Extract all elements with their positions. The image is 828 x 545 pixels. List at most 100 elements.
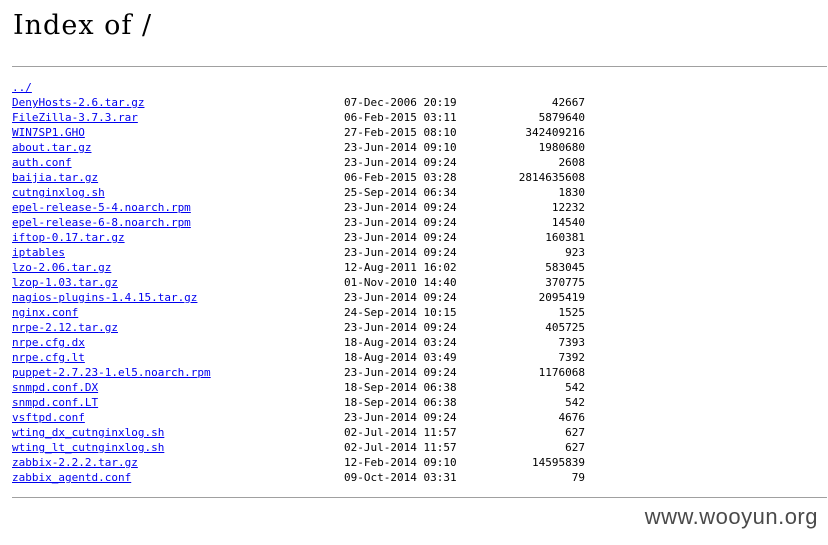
file-link[interactable]: FileZilla-3.7.3.rar [12,110,138,125]
file-modified-date: 09-Oct-2014 03:31 [344,471,457,484]
file-row: snmpd.conf.DX 18-Sep-2014 06:38 542 [12,380,612,395]
file-size: 2608 [558,156,586,169]
file-link[interactable]: nginx.conf [12,305,78,320]
file-modified-date: 24-Sep-2014 10:15 [344,306,457,319]
file-link[interactable]: lzop-1.03.tar.gz [12,275,118,290]
file-row: nagios-plugins-1.4.15.tar.gz 23-Jun-2014 … [12,290,612,305]
file-size: 1980680 [538,141,585,154]
file-row: DenyHosts-2.6.tar.gz 07-Dec-2006 20:19 426… [12,95,612,110]
file-row: iftop-0.17.tar.gz 23-Jun-2014 09:24 160381 [12,230,612,245]
file-size: 1176068 [538,366,585,379]
file-link[interactable]: wting_lt_cutnginxlog.sh [12,440,164,455]
watermark-text: www.wooyun.org [644,504,818,529]
file-modified-date: 23-Jun-2014 09:10 [344,141,457,154]
file-link[interactable]: nrpe.cfg.dx [12,335,85,350]
bottom-divider [12,497,827,498]
file-listing: ../ DenyHosts-2.6.tar.gz 07-Dec-2006 20:1… [12,80,612,485]
file-modified-date: 12-Aug-2011 16:02 [344,261,457,274]
file-link[interactable]: epel-release-5-4.noarch.rpm [12,200,191,215]
file-row: snmpd.conf.LT 18-Sep-2014 06:38 542 [12,395,612,410]
directory-listing-page: Index of / ../ DenyHosts-2.6.tar.gz 07-De… [0,0,828,545]
page-title: Index of / [13,10,153,41]
file-link[interactable]: iptables [12,245,65,260]
file-size: 160381 [545,231,585,244]
file-link[interactable]: nagios-plugins-1.4.15.tar.gz [12,290,197,305]
file-modified-date: 01-Nov-2010 14:40 [344,276,457,289]
file-size: 370775 [545,276,585,289]
file-size: 542 [565,396,585,409]
file-size: 14540 [551,216,585,229]
file-size: 12232 [551,201,585,214]
file-link[interactable]: snmpd.conf.DX [12,380,98,395]
file-link[interactable]: nrpe-2.12.tar.gz [12,320,118,335]
file-size: 542 [565,381,585,394]
file-modified-date: 23-Jun-2014 09:24 [344,156,457,169]
file-size: 405725 [545,321,585,334]
file-modified-date: 18-Aug-2014 03:49 [344,351,457,364]
file-row: nrpe.cfg.lt 18-Aug-2014 03:49 7392 [12,350,612,365]
file-modified-date: 23-Jun-2014 09:24 [344,321,457,334]
file-modified-date: 23-Jun-2014 09:24 [344,201,457,214]
file-row: zabbix-2.2.2.tar.gz 12-Feb-2014 09:10 1459… [12,455,612,470]
file-size: 2095419 [538,291,585,304]
file-modified-date: 06-Feb-2015 03:11 [344,111,457,124]
file-row: wting_lt_cutnginxlog.sh 02-Jul-2014 11:57… [12,440,612,455]
file-link[interactable]: baijia.tar.gz [12,170,98,185]
file-link[interactable]: vsftpd.conf [12,410,85,425]
file-row: epel-release-6-8.noarch.rpm 23-Jun-2014 0… [12,215,612,230]
file-modified-date: 23-Jun-2014 09:24 [344,246,457,259]
file-link[interactable]: zabbix-2.2.2.tar.gz [12,455,138,470]
parent-directory-row: ../ [12,80,612,95]
file-link[interactable]: epel-release-6-8.noarch.rpm [12,215,191,230]
file-modified-date: 18-Sep-2014 06:38 [344,396,457,409]
file-link[interactable]: iftop-0.17.tar.gz [12,230,125,245]
file-size: 4676 [558,411,586,424]
file-modified-date: 18-Sep-2014 06:38 [344,381,457,394]
file-row: iptables 23-Jun-2014 09:24 923 [12,245,612,260]
file-modified-date: 02-Jul-2014 11:57 [344,426,457,439]
file-row: nginx.conf 24-Sep-2014 10:15 1525 [12,305,612,320]
file-size: 1525 [558,306,586,319]
file-size: 627 [565,441,585,454]
file-modified-date: 07-Dec-2006 20:19 [344,96,457,109]
file-row: lzo-2.06.tar.gz 12-Aug-2011 16:02 583045 [12,260,612,275]
file-modified-date: 27-Feb-2015 08:10 [344,126,457,139]
file-modified-date: 02-Jul-2014 11:57 [344,441,457,454]
file-link[interactable]: DenyHosts-2.6.tar.gz [12,95,144,110]
parent-directory-link[interactable]: ../ [12,80,32,95]
file-link[interactable]: about.tar.gz [12,140,91,155]
top-divider [12,66,827,67]
file-link[interactable]: cutnginxlog.sh [12,185,105,200]
file-row: epel-release-5-4.noarch.rpm 23-Jun-2014 0… [12,200,612,215]
file-size: 923 [565,246,585,259]
file-link[interactable]: zabbix_agentd.conf [12,470,131,485]
file-modified-date: 23-Jun-2014 09:24 [344,291,457,304]
file-rows: DenyHosts-2.6.tar.gz 07-Dec-2006 20:19 426… [12,95,612,485]
file-row: wting_dx_cutnginxlog.sh 02-Jul-2014 11:57… [12,425,612,440]
file-modified-date: 23-Jun-2014 09:24 [344,231,457,244]
file-size: 7393 [558,336,586,349]
file-size: 342409216 [525,126,585,139]
file-row: WIN7SP1.GHO 27-Feb-2015 08:10 342409216 [12,125,612,140]
file-link[interactable]: WIN7SP1.GHO [12,125,85,140]
file-modified-date: 23-Jun-2014 09:24 [344,216,457,229]
file-row: cutnginxlog.sh 25-Sep-2014 06:34 1830 [12,185,612,200]
file-link[interactable]: nrpe.cfg.lt [12,350,85,365]
file-modified-date: 06-Feb-2015 03:28 [344,171,457,184]
file-link[interactable]: puppet-2.7.23-1.el5.noarch.rpm [12,365,211,380]
file-row: puppet-2.7.23-1.el5.noarch.rpm 23-Jun-201… [12,365,612,380]
file-link[interactable]: lzo-2.06.tar.gz [12,260,111,275]
file-modified-date: 23-Jun-2014 09:24 [344,366,457,379]
file-row: auth.conf 23-Jun-2014 09:24 2608 [12,155,612,170]
file-link[interactable]: wting_dx_cutnginxlog.sh [12,425,164,440]
file-modified-date: 23-Jun-2014 09:24 [344,411,457,424]
file-size: 627 [565,426,585,439]
file-link[interactable]: auth.conf [12,155,72,170]
file-row: vsftpd.conf 23-Jun-2014 09:24 4676 [12,410,612,425]
file-link[interactable]: snmpd.conf.LT [12,395,98,410]
file-size: 7392 [558,351,586,364]
file-modified-date: 18-Aug-2014 03:24 [344,336,457,349]
file-row: FileZilla-3.7.3.rar 06-Feb-2015 03:11 5879… [12,110,612,125]
file-size: 42667 [551,96,585,109]
file-modified-date: 12-Feb-2014 09:10 [344,456,457,469]
